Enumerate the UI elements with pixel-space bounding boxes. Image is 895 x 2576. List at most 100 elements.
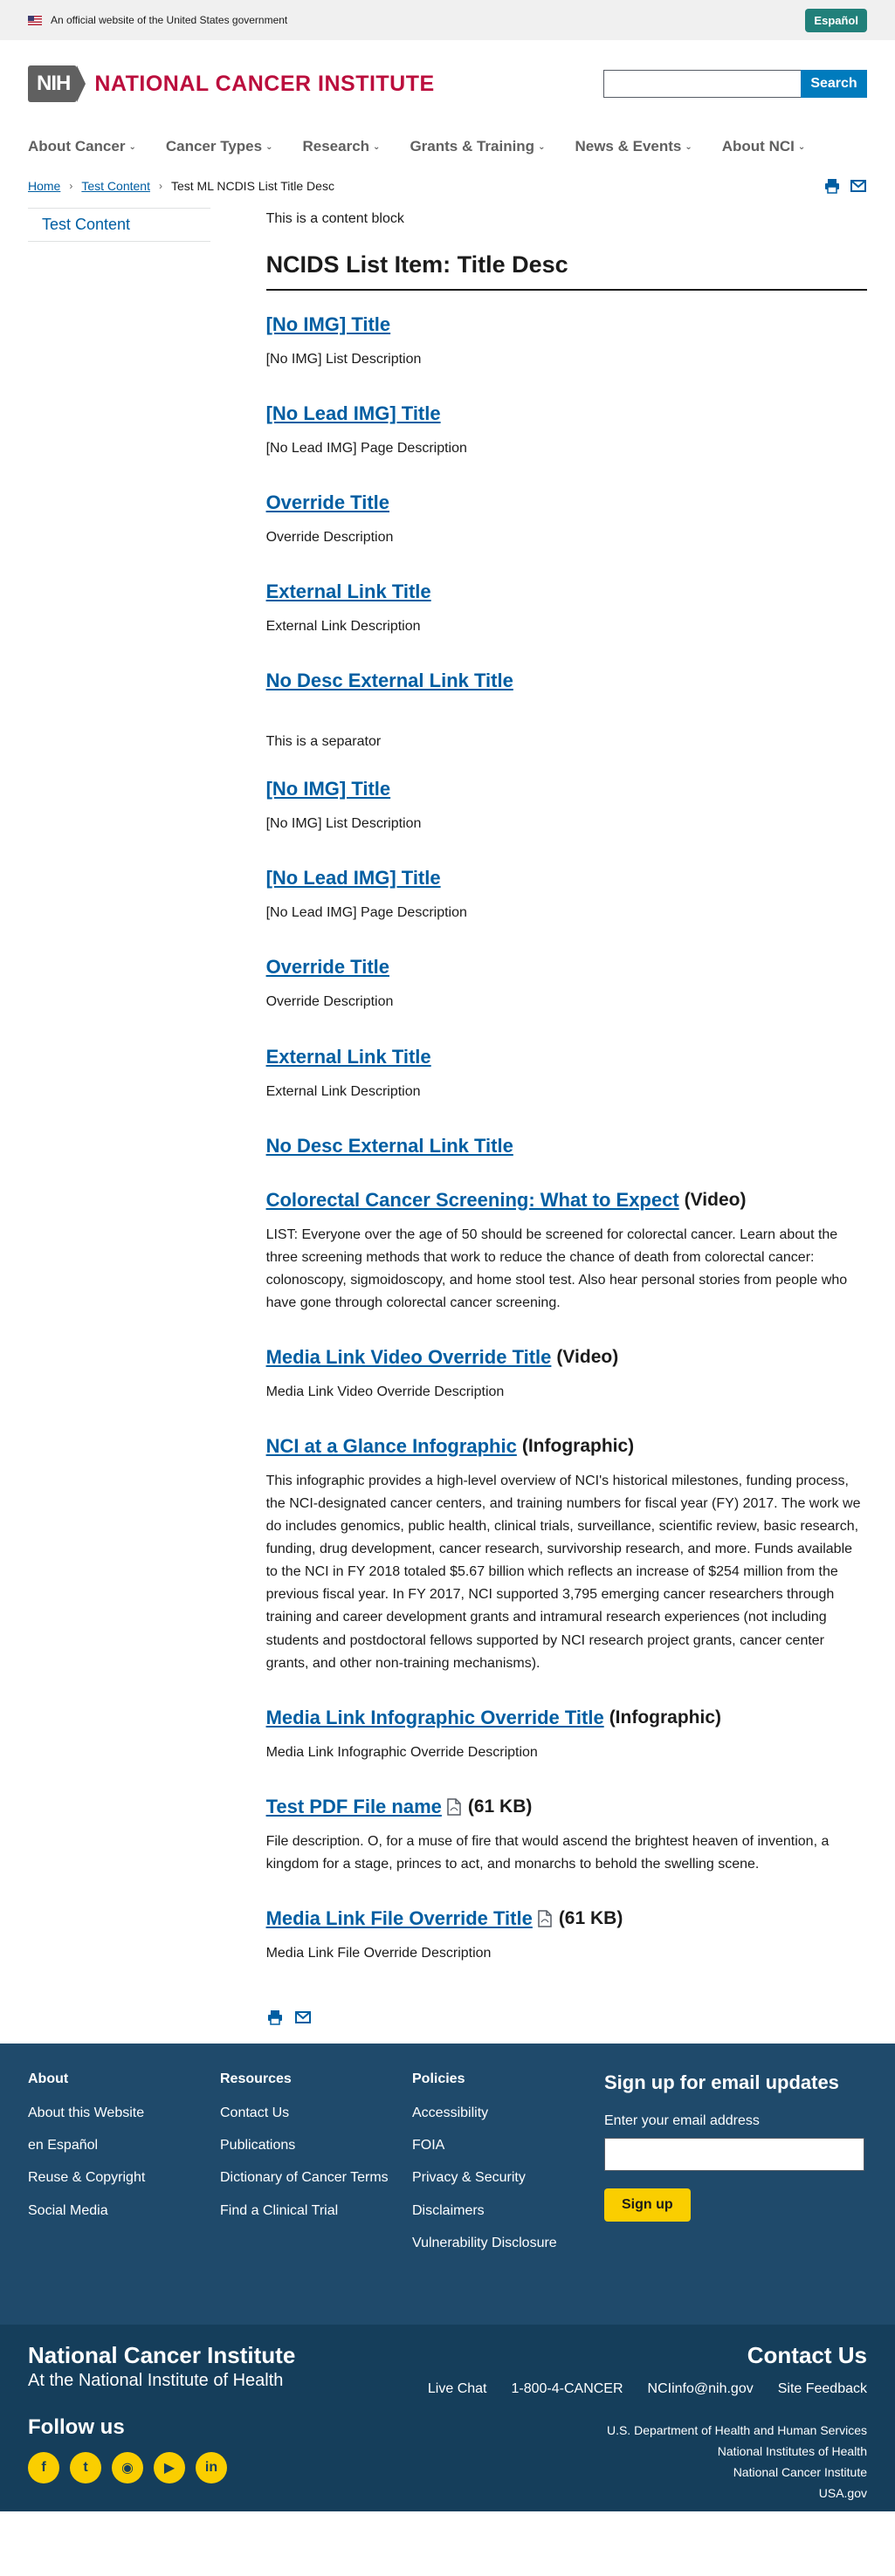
- list-item-title-link[interactable]: [No Lead IMG] Title: [266, 402, 441, 425]
- nci-logo[interactable]: NIH NATIONAL CANCER INSTITUTE: [28, 65, 435, 102]
- list-item-title-link[interactable]: [No IMG] Title: [266, 313, 391, 336]
- file-list-item: Test PDF File name (61 KB) File descript…: [266, 1796, 867, 1876]
- list-item-title-link[interactable]: Override Title: [266, 491, 389, 514]
- pdf-file-icon: [447, 1798, 463, 1816]
- footer-link[interactable]: Find a Clinical Trial: [220, 2202, 412, 2219]
- breadcrumb-home[interactable]: Home: [28, 179, 60, 193]
- nav-about-nci[interactable]: About NCI ⌄: [722, 138, 805, 155]
- email-link[interactable]: NCIinfo@nih.gov: [648, 2381, 754, 2397]
- file-title-link[interactable]: Media Link File Override Title: [266, 1907, 533, 1930]
- page-title: NCIDS List Item: Title Desc: [265, 251, 867, 291]
- agency-link[interactable]: USA.gov: [428, 2486, 867, 2500]
- list-item-description: [No IMG] List Description: [265, 352, 422, 367]
- nav-label: About NCI: [721, 138, 795, 155]
- chevron-down-icon: ⌄: [538, 141, 546, 152]
- footer-link[interactable]: Accessibility: [412, 2105, 604, 2121]
- email-icon[interactable]: [850, 177, 867, 195]
- nav-news-events[interactable]: News & Events ⌄: [575, 138, 692, 155]
- list-item-description: External Link Description: [265, 619, 421, 635]
- agency-link[interactable]: National Institutes of Health: [428, 2444, 867, 2458]
- footer-link[interactable]: Dictionary of Cancer Terms: [220, 2169, 412, 2186]
- media-type-label: (Infographic): [609, 1707, 722, 1728]
- espanol-button[interactable]: Español: [805, 8, 867, 32]
- footer-link[interactable]: Social Media: [28, 2202, 220, 2219]
- footer-heading: Resources: [220, 2071, 292, 2087]
- media-title-link[interactable]: Media Link Video Override Title: [266, 1346, 552, 1369]
- footer-about-column: About About this Website en Español Reus…: [28, 2071, 220, 2272]
- footer-link[interactable]: Contact Us: [220, 2105, 412, 2121]
- footer-link[interactable]: en Español: [28, 2137, 220, 2154]
- list-item: Override Title Override Description: [266, 956, 867, 1013]
- footer-org-name: National Cancer Institute: [28, 2342, 296, 2369]
- logo-text: NATIONAL CANCER INSTITUTE: [94, 71, 435, 96]
- list-item-description: External Link Description: [265, 1083, 421, 1099]
- agency-link[interactable]: U.S. Department of Health and Human Serv…: [428, 2423, 867, 2437]
- footer-link[interactable]: Reuse & Copyright: [28, 2169, 220, 2186]
- site-feedback-link[interactable]: Site Feedback: [778, 2381, 867, 2397]
- footer-link[interactable]: About this Website: [28, 2105, 220, 2121]
- chevron-down-icon: ⌄: [685, 141, 692, 152]
- signup-button[interactable]: Sign up: [604, 2188, 691, 2222]
- nav-label: Cancer Types: [165, 138, 263, 155]
- list-item: External Link Title External Link Descri…: [266, 1046, 867, 1103]
- social-links: f t ◉ ▶ in: [28, 2452, 295, 2484]
- list-item: [No IMG] Title [No IMG] List Description: [266, 313, 867, 371]
- list-item: [No Lead IMG] Title [No Lead IMG] Page D…: [266, 867, 867, 924]
- list-item-title-link[interactable]: No Desc External Link Title: [266, 1135, 513, 1157]
- search-input[interactable]: [603, 70, 801, 98]
- list-item: External Link Title External Link Descri…: [266, 580, 867, 638]
- youtube-icon[interactable]: ▶: [154, 2452, 185, 2484]
- nav-about-cancer[interactable]: About Cancer ⌄: [28, 138, 136, 155]
- list-item-title-link[interactable]: [No Lead IMG] Title: [266, 867, 441, 890]
- file-size-label: (61 KB): [558, 1907, 623, 1928]
- footer-link[interactable]: FOIA: [412, 2137, 604, 2154]
- sidebar-item-test-content[interactable]: Test Content: [28, 208, 210, 242]
- breadcrumb: Home › Test Content › Test ML NCDIS List…: [28, 179, 334, 193]
- list-item-title-link[interactable]: Override Title: [266, 956, 389, 979]
- nav-grants-training[interactable]: Grants & Training ⌄: [410, 138, 545, 155]
- live-chat-link[interactable]: Live Chat: [428, 2381, 487, 2397]
- file-title-link[interactable]: Test PDF File name: [266, 1796, 442, 1818]
- separator-text: This is a separator: [265, 734, 382, 750]
- list-item-title-link[interactable]: External Link Title: [266, 580, 431, 603]
- breadcrumb-row: Home › Test Content › Test ML NCDIS List…: [0, 166, 895, 206]
- twitter-icon[interactable]: t: [70, 2452, 101, 2484]
- email-field[interactable]: [604, 2138, 864, 2172]
- nav-cancer-types[interactable]: Cancer Types ⌄: [166, 138, 273, 155]
- footer-link[interactable]: Vulnerability Disclosure: [412, 2235, 604, 2251]
- breadcrumb-test-content[interactable]: Test Content: [81, 179, 150, 193]
- footer-link[interactable]: Publications: [220, 2137, 412, 2154]
- gov-banner: An official website of the United States…: [0, 0, 895, 40]
- print-icon[interactable]: [823, 177, 841, 195]
- nih-logo-mark: NIH: [28, 65, 86, 102]
- footer-link[interactable]: Privacy & Security: [412, 2169, 604, 2186]
- list-item-title-link[interactable]: [No IMG] Title: [266, 778, 391, 800]
- linkedin-icon[interactable]: in: [196, 2452, 227, 2484]
- print-icon[interactable]: [266, 2009, 284, 2026]
- footer-heading: Policies: [412, 2071, 465, 2087]
- facebook-icon[interactable]: f: [28, 2452, 59, 2484]
- media-title-link[interactable]: Media Link Infographic Override Title: [266, 1707, 604, 1729]
- email-icon[interactable]: [294, 2009, 312, 2026]
- nav-research[interactable]: Research ⌄: [302, 138, 380, 155]
- media-type-label: (Video): [556, 1346, 619, 1367]
- list-item-title-link[interactable]: External Link Title: [266, 1046, 431, 1068]
- search-button[interactable]: Search: [801, 70, 867, 98]
- agency-links: U.S. Department of Health and Human Serv…: [428, 2423, 867, 2500]
- agency-link[interactable]: National Cancer Institute: [428, 2465, 867, 2479]
- file-list-item: Media Link File Override Title (61 KB) M…: [266, 1907, 867, 1965]
- phone-link[interactable]: 1-800-4-CANCER: [511, 2381, 623, 2397]
- nav-label: Grants & Training: [410, 138, 535, 155]
- list-item: Override Title Override Description: [266, 491, 867, 549]
- us-flag-icon: [28, 15, 42, 25]
- contact-heading: Contact Us: [747, 2342, 867, 2369]
- search-form: Search: [603, 70, 867, 98]
- media-description: LIST: Everyone over the age of 50 should…: [265, 1226, 848, 1310]
- footer-link[interactable]: Disclaimers: [412, 2202, 604, 2219]
- media-list-item: NCI at a Glance Infographic (Infographic)…: [266, 1435, 867, 1675]
- list-item: No Desc External Link Title: [266, 1135, 867, 1157]
- media-title-link[interactable]: NCI at a Glance Infographic: [266, 1435, 517, 1458]
- instagram-icon[interactable]: ◉: [112, 2452, 143, 2484]
- list-item-title-link[interactable]: No Desc External Link Title: [266, 670, 513, 692]
- media-title-link[interactable]: Colorectal Cancer Screening: What to Exp…: [266, 1189, 679, 1212]
